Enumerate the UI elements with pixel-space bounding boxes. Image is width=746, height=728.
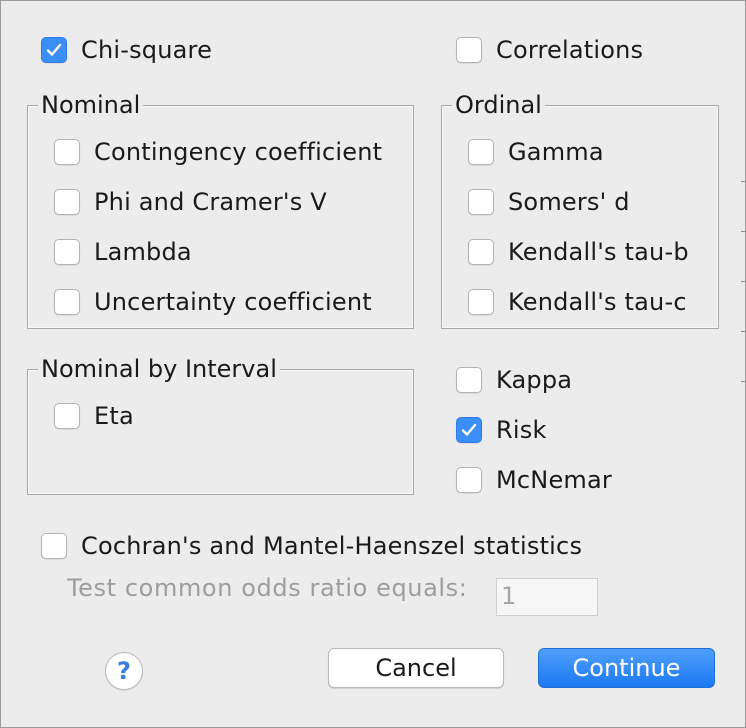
correlations-label: Correlations	[496, 36, 644, 64]
gamma-label: Gamma	[508, 138, 604, 166]
checkmark-icon	[46, 43, 62, 56]
gamma-option[interactable]: Gamma	[468, 137, 604, 167]
cancel-button[interactable]: Cancel	[328, 648, 504, 688]
chi-square-label: Chi-square	[81, 36, 213, 64]
odds-ratio-input[interactable]: 1	[496, 578, 598, 616]
checkmark-icon	[461, 423, 477, 436]
kappa-option[interactable]: Kappa	[456, 365, 572, 395]
lambda-label: Lambda	[94, 238, 192, 266]
phi-cramers-v-option[interactable]: Phi and Cramer's V	[54, 187, 327, 217]
uncertainty-coefficient-label: Uncertainty coefficient	[94, 288, 372, 316]
continue-button[interactable]: Continue	[538, 648, 715, 688]
contingency-coefficient-checkbox[interactable]	[54, 139, 80, 165]
question-mark-icon: ?	[117, 657, 131, 685]
kendalls-tau-b-checkbox[interactable]	[468, 239, 494, 265]
phi-cramers-v-label: Phi and Cramer's V	[94, 188, 327, 216]
cochran-mantel-haenszel-checkbox[interactable]	[41, 533, 67, 559]
uncertainty-coefficient-checkbox[interactable]	[54, 289, 80, 315]
gamma-checkbox[interactable]	[468, 139, 494, 165]
lambda-checkbox[interactable]	[54, 239, 80, 265]
somers-d-option[interactable]: Somers' d	[468, 187, 630, 217]
phi-cramers-v-checkbox[interactable]	[54, 189, 80, 215]
kendalls-tau-b-label: Kendall's tau-b	[508, 238, 689, 266]
kappa-label: Kappa	[496, 366, 573, 394]
nominal-by-interval-group-title: Nominal by Interval	[38, 355, 280, 383]
kappa-checkbox[interactable]	[456, 367, 482, 393]
ordinal-group-title: Ordinal	[452, 91, 545, 119]
mcnemar-option[interactable]: McNemar	[456, 465, 612, 495]
cochran-mantel-haenszel-option[interactable]: Cochran's and Mantel-Haenszel statistics	[41, 531, 582, 561]
nominal-by-interval-group	[27, 369, 414, 495]
kendalls-tau-c-checkbox[interactable]	[468, 289, 494, 315]
eta-label: Eta	[94, 402, 134, 430]
kendalls-tau-c-label: Kendall's tau-c	[508, 288, 687, 316]
somers-d-checkbox[interactable]	[468, 189, 494, 215]
risk-option[interactable]: Risk	[456, 415, 547, 445]
crosstabs-statistics-dialog: Chi-square Correlations Nominal Continge…	[0, 0, 746, 728]
eta-option[interactable]: Eta	[54, 401, 134, 431]
correlations-option[interactable]: Correlations	[456, 35, 643, 65]
nominal-group-title: Nominal	[38, 91, 144, 119]
mcnemar-label: McNemar	[496, 466, 612, 494]
kendalls-tau-b-option[interactable]: Kendall's tau-b	[468, 237, 689, 267]
chi-square-checkbox[interactable]	[41, 37, 67, 63]
help-button[interactable]: ?	[105, 652, 143, 690]
chi-square-option[interactable]: Chi-square	[41, 35, 212, 65]
correlations-checkbox[interactable]	[456, 37, 482, 63]
kendalls-tau-c-option[interactable]: Kendall's tau-c	[468, 287, 687, 317]
contingency-coefficient-label: Contingency coefficient	[94, 138, 383, 166]
lambda-option[interactable]: Lambda	[54, 237, 192, 267]
odds-ratio-label: Test common odds ratio equals:	[67, 574, 468, 602]
eta-checkbox[interactable]	[54, 403, 80, 429]
mcnemar-checkbox[interactable]	[456, 467, 482, 493]
uncertainty-coefficient-option[interactable]: Uncertainty coefficient	[54, 287, 372, 317]
risk-checkbox[interactable]	[456, 417, 482, 443]
contingency-coefficient-option[interactable]: Contingency coefficient	[54, 137, 382, 167]
risk-label: Risk	[496, 416, 547, 444]
cochran-mantel-haenszel-label: Cochran's and Mantel-Haenszel statistics	[81, 532, 583, 560]
somers-d-label: Somers' d	[508, 188, 630, 216]
